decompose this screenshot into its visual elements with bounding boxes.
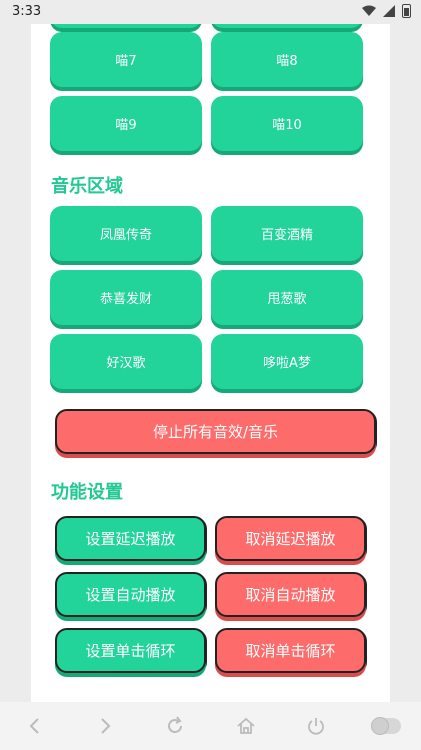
sound-button-meow9[interactable]: 喵9: [50, 96, 202, 151]
toggle-switch[interactable]: [370, 711, 401, 741]
cancel-auto-button[interactable]: 取消自动播放: [215, 572, 366, 617]
status-time: 3:33: [12, 4, 42, 19]
music-button-1[interactable]: 凤凰传奇: [50, 206, 202, 261]
music-button-4[interactable]: 甩葱歌: [211, 270, 363, 325]
music-button-6[interactable]: 哆啦A梦: [211, 334, 363, 389]
wifi-icon: [362, 5, 376, 16]
toggle-icon: [370, 717, 401, 735]
music-section-title: 音乐区域: [51, 176, 123, 197]
battery-icon: [402, 4, 411, 18]
signal-icon: [383, 5, 395, 17]
navigation-bar: [0, 702, 421, 750]
cancel-delay-button[interactable]: 取消延迟播放: [215, 516, 366, 561]
music-button-5[interactable]: 好汉歌: [50, 334, 202, 389]
sound-button-partial-2[interactable]: [211, 24, 363, 28]
sound-button-meow8[interactable]: 喵8: [211, 32, 363, 87]
sound-button-partial-1[interactable]: [50, 24, 202, 28]
sound-button-meow10[interactable]: 喵10: [211, 96, 363, 151]
sound-button-meow7[interactable]: 喵7: [50, 32, 202, 87]
set-delay-button[interactable]: 设置延迟播放: [55, 516, 206, 561]
stop-all-button[interactable]: 停止所有音效/音乐: [55, 409, 376, 454]
main-content[interactable]: 喵7 喵8 喵9 喵10 音乐区域 凤凰传奇 百变酒精 恭喜发财 甩葱歌 好汉歌…: [31, 24, 390, 702]
settings-section-title: 功能设置: [51, 482, 123, 503]
music-button-3[interactable]: 恭喜发财: [50, 270, 202, 325]
back-icon[interactable]: [20, 711, 50, 741]
set-loop-button[interactable]: 设置单击循环: [55, 628, 206, 673]
home-icon[interactable]: [231, 711, 261, 741]
music-button-2[interactable]: 百变酒精: [211, 206, 363, 261]
forward-icon[interactable]: [90, 711, 120, 741]
cancel-loop-button[interactable]: 取消单击循环: [215, 628, 366, 673]
power-icon[interactable]: [301, 711, 331, 741]
status-icons: [362, 4, 411, 18]
status-bar: 3:33: [0, 0, 421, 24]
refresh-icon[interactable]: [160, 711, 190, 741]
set-auto-button[interactable]: 设置自动播放: [55, 572, 206, 617]
